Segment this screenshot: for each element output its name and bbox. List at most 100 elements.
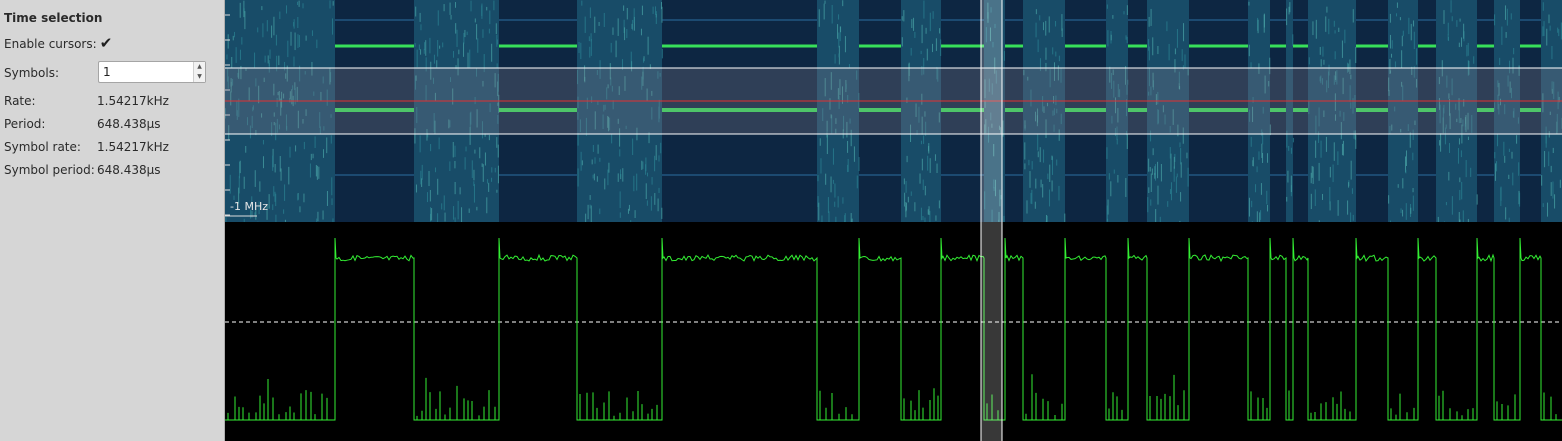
- spectrogram-speckle: [1544, 151, 1546, 168]
- spectrogram-speckle: [416, 49, 418, 68]
- spectrogram-speckle: [622, 168, 624, 182]
- spectrogram-speckle: [1445, 201, 1447, 206]
- spectrogram-speckle: [433, 54, 435, 64]
- spectrogram-speckle: [419, 12, 421, 22]
- spectrogram-speckle: [268, 194, 270, 209]
- spectrogram-speckle: [1258, 151, 1260, 160]
- spectrogram-speckle: [1337, 200, 1339, 216]
- spectrogram-speckle: [1396, 2, 1398, 8]
- spectrogram-speckle: [275, 34, 277, 46]
- spectrogram-speckle: [1035, 178, 1037, 189]
- spectrogram-speckle: [1248, 197, 1250, 217]
- spectrogram-speckle: [1448, 171, 1450, 181]
- spectrogram-speckle: [910, 47, 912, 56]
- spectrogram-speckle: [634, 210, 636, 219]
- spectrogram-speckle: [473, 184, 475, 203]
- spectrogram-speckle: [1173, 156, 1175, 169]
- spectrogram-speckle: [264, 55, 266, 63]
- spectrogram-speckle: [1394, 61, 1396, 68]
- spectrogram-speckle: [1107, 218, 1109, 222]
- signal-canvas[interactable]: [225, 0, 1562, 441]
- spectrogram-speckle: [610, 42, 612, 53]
- spectrogram-speckle: [1261, 143, 1263, 158]
- spectrogram-speckle: [239, 49, 241, 60]
- spectrogram-speckle: [1126, 134, 1128, 150]
- spectrogram-speckle: [331, 198, 333, 206]
- spectrogram-speckle: [489, 10, 491, 25]
- spectrogram-speckle: [1037, 39, 1039, 53]
- symbols-spinbox[interactable]: ▲ ▼: [98, 61, 206, 83]
- spectrogram-speckle: [1500, 186, 1502, 201]
- spectrogram-speckle: [837, 196, 839, 208]
- spectrogram-speckle: [929, 12, 931, 32]
- enable-cursors-checkbox[interactable]: ✔: [99, 36, 113, 51]
- spectrogram-speckle: [227, 34, 229, 49]
- spectrogram-speckle: [273, 186, 275, 197]
- spectrogram-speckle: [496, 137, 498, 148]
- spectrogram-speckle: [1549, 25, 1551, 31]
- symbol-rate-label: Symbol rate:: [4, 140, 81, 154]
- time-selection-panel: Time selection Enable cursors: ✔ Symbols…: [0, 0, 225, 441]
- spin-buttons: ▲ ▼: [193, 62, 205, 82]
- spectrogram-speckle: [1412, 195, 1414, 211]
- spectrogram-speckle: [322, 210, 324, 220]
- spectrogram-speckle: [1405, 203, 1407, 220]
- spin-up-arrow-icon[interactable]: ▲: [194, 62, 205, 72]
- spectrogram-speckle: [1288, 6, 1290, 15]
- spectrogram-speckle: [1511, 151, 1513, 159]
- spin-down-arrow-icon[interactable]: ▼: [194, 72, 205, 82]
- spectrogram-speckle: [604, 178, 606, 190]
- spectrogram-speckle: [1332, 164, 1334, 183]
- spectrogram-speckle: [1558, 29, 1560, 37]
- spectrogram-speckle: [935, 38, 937, 51]
- spectrogram-speckle: [1126, 36, 1128, 44]
- spectrogram-speckle: [1333, 142, 1335, 161]
- spectrogram-speckle: [1034, 201, 1036, 209]
- spectrogram-speckle: [1450, 0, 1452, 13]
- spectrogram-speckle: [923, 135, 925, 144]
- spectrogram-speckle: [488, 134, 490, 141]
- spectrogram-speckle: [834, 183, 836, 198]
- spectrogram-speckle: [262, 156, 264, 169]
- spectrogram-speckle: [1051, 180, 1053, 192]
- spectrogram-speckle: [278, 55, 280, 66]
- waveform-plot[interactable]: [225, 222, 1562, 441]
- spectrogram-speckle: [1151, 168, 1153, 175]
- spectrogram-speckle: [305, 35, 307, 41]
- spectrogram-speckle: [1334, 51, 1336, 60]
- spectrogram-speckle: [1518, 162, 1520, 176]
- spectrogram-speckle: [245, 145, 247, 153]
- spectrogram-speckle: [657, 198, 659, 212]
- spectrogram-speckle: [824, 0, 826, 4]
- spectrogram-speckle: [1024, 163, 1026, 170]
- spectrogram-speckle: [661, 207, 663, 219]
- spectrogram-speckle: [1334, 30, 1336, 34]
- spectrogram-speckle: [932, 11, 934, 19]
- spectrogram-speckle: [1460, 150, 1462, 158]
- spectrogram-speckle: [820, 158, 822, 174]
- spectrogram-speckle: [1315, 19, 1317, 39]
- spectrogram-speckle: [491, 177, 493, 182]
- spectrogram-speckle: [1439, 140, 1441, 146]
- spectrogram-speckle: [921, 158, 923, 171]
- spectrogram-speckle: [1042, 22, 1044, 31]
- signal-view[interactable]: -1 MHz: [225, 0, 1562, 441]
- spectrogram-speckle: [1506, 8, 1508, 26]
- spectrogram-speckle: [262, 23, 264, 38]
- spectrogram-speckle: [661, 48, 663, 59]
- spectrogram-speckle: [646, 200, 648, 206]
- spectrogram-speckle: [449, 161, 451, 172]
- time-cursor-region[interactable]: [981, 0, 1002, 441]
- spectrogram-speckle: [476, 24, 478, 40]
- spectrogram-speckle: [428, 170, 430, 187]
- spectrogram-speckle: [1508, 174, 1510, 180]
- spectrogram-speckle: [1541, 175, 1543, 186]
- spectrogram-speckle: [826, 135, 828, 155]
- spectrogram-speckle: [1039, 15, 1041, 21]
- symbols-input[interactable]: [99, 62, 195, 82]
- spectrogram-speckle: [851, 218, 853, 223]
- spectrogram-speckle: [487, 179, 489, 184]
- spectrogram-speckle: [1260, 210, 1262, 220]
- spectrogram-speckle: [660, 142, 662, 154]
- spectrogram-speckle: [844, 36, 846, 53]
